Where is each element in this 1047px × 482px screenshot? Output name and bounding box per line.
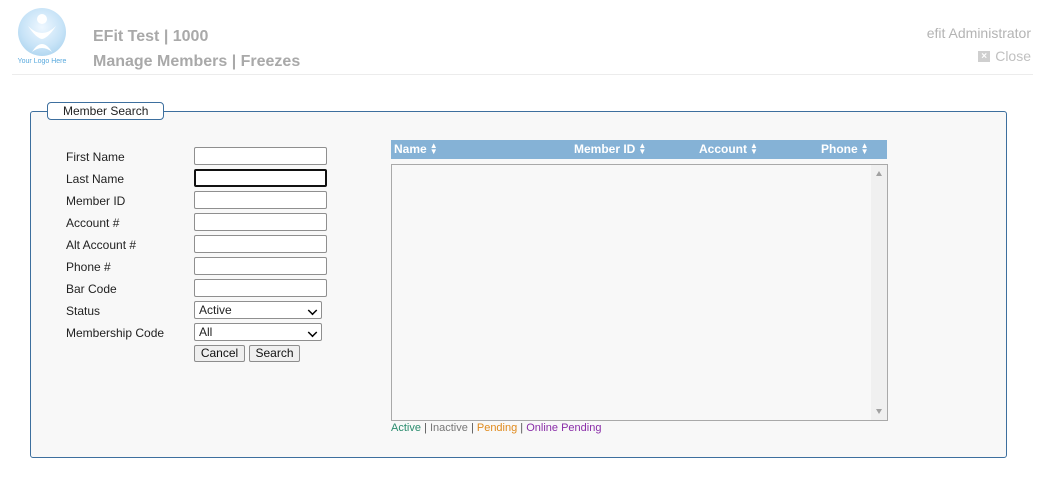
legend-pending: Pending — [476, 422, 518, 434]
column-header-account[interactable]: Account ▲ ▼ — [699, 141, 758, 157]
member-id-label: Member ID — [66, 194, 126, 208]
close-label: Close — [995, 48, 1031, 64]
logo-icon — [18, 8, 66, 56]
status-select[interactable]: Active — [194, 301, 322, 319]
bar-code-label: Bar Code — [66, 282, 117, 296]
search-button[interactable]: Search — [249, 345, 300, 362]
status-legend: Active | Inactive | Pending | Online Pen… — [391, 422, 601, 434]
phone-number-label: Phone # — [66, 260, 111, 274]
last-name-label: Last Name — [66, 172, 125, 186]
close-button[interactable]: × Close — [978, 48, 1031, 64]
header-divider — [12, 74, 1033, 75]
vertical-scrollbar[interactable] — [871, 165, 887, 420]
cancel-button[interactable]: Cancel — [194, 345, 245, 362]
membership-code-select[interactable]: All — [194, 323, 322, 341]
alt-account-number-input[interactable] — [194, 235, 327, 253]
legend-separator: | — [424, 422, 427, 434]
legend-separator: | — [470, 422, 474, 434]
close-icon: × — [978, 50, 991, 62]
legend-inactive: Inactive — [429, 422, 468, 434]
chevron-down-icon — [307, 305, 318, 316]
scroll-up-icon[interactable] — [876, 171, 882, 176]
chevron-down-icon — [307, 327, 318, 338]
status-label: Status — [66, 304, 101, 318]
first-name-label: First Name — [66, 150, 125, 164]
phone-number-input[interactable] — [194, 257, 327, 275]
column-header-member-id[interactable]: Member ID ▲ ▼ — [574, 141, 647, 157]
column-header-label: Name — [394, 142, 427, 156]
results-grid-header: Name ▲ ▼ Member ID ▲ ▼ Account ▲ ▼ Phone ▲ ▼ — [391, 140, 887, 159]
column-header-phone[interactable]: Phone ▲ ▼ — [821, 141, 869, 157]
logo-text: Your Logo Here — [17, 58, 67, 65]
alt-account-number-label: Alt Account # — [66, 238, 137, 252]
membership-code-label: Membership Code — [66, 326, 165, 340]
column-header-name[interactable]: Name ▲ ▼ — [394, 141, 438, 157]
column-header-label: Phone — [821, 142, 858, 156]
account-number-label: Account # — [66, 216, 120, 230]
sort-icon: ▲ ▼ — [429, 141, 438, 156]
company-logo: Your Logo Here — [12, 8, 72, 68]
member-id-input[interactable] — [194, 191, 327, 209]
status-select-value: Active — [199, 303, 232, 317]
last-name-input[interactable] — [194, 169, 327, 187]
sort-icon: ▲ ▼ — [750, 141, 758, 156]
column-header-label: Account — [699, 142, 747, 156]
legend-separator: | — [520, 422, 524, 434]
scroll-down-icon[interactable] — [876, 409, 882, 414]
sort-icon: ▲ ▼ — [638, 141, 647, 156]
page-title: Manage Members | Freezes — [93, 53, 301, 70]
app-title: EFit Test | 1000 — [93, 28, 209, 45]
results-grid-body[interactable] — [391, 164, 888, 421]
column-header-label: Member ID — [574, 142, 636, 156]
bar-code-input[interactable] — [194, 279, 327, 297]
membership-code-select-value: All — [199, 325, 213, 339]
legend-active: Active — [391, 422, 421, 434]
sort-icon: ▲ ▼ — [860, 141, 869, 156]
first-name-input[interactable] — [194, 147, 327, 165]
user-name: efit Administrator — [926, 25, 1031, 41]
account-number-input[interactable] — [194, 213, 327, 231]
legend-online-pending: Online Pending — [526, 422, 602, 434]
member-search-legend: Member Search — [47, 102, 165, 120]
